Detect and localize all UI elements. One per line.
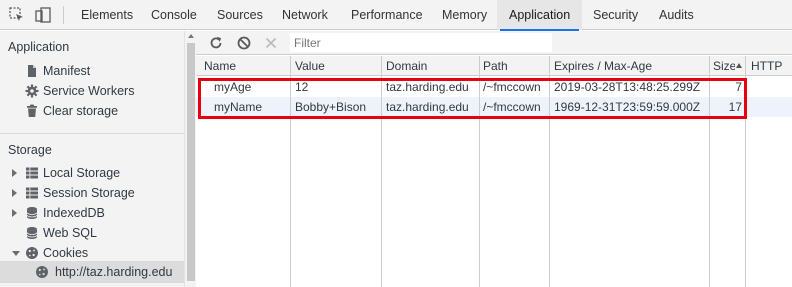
storage-section-header: Storage (8, 143, 52, 157)
sidebar-item-label: http://taz.harding.edu (55, 265, 173, 279)
expand-arrow-icon[interactable] (12, 189, 17, 197)
cookies-table: Name Value Domain Path Expires / Max-Age… (196, 56, 792, 287)
tab-sources[interactable]: Sources (217, 0, 263, 30)
cookie-icon (36, 266, 48, 278)
tab-audits[interactable]: Audits (659, 0, 694, 30)
cookie-value-cell: 12 (295, 80, 309, 94)
database-icon (26, 227, 38, 239)
document-icon (28, 65, 36, 77)
scrollbar-thumb[interactable] (187, 43, 195, 281)
expand-arrow-icon[interactable] (12, 209, 17, 217)
column-header-http[interactable]: HTTP (751, 56, 791, 76)
column-header-domain[interactable]: Domain (386, 56, 479, 76)
database-icon (26, 207, 38, 219)
delete-selected-icon[interactable] (262, 34, 280, 52)
scroll-up-arrow-icon[interactable] (188, 34, 194, 38)
devtools-tab-bar: Elements Console Sources Network Perform… (0, 0, 792, 31)
application-section-header: Application (8, 40, 70, 54)
tab-network[interactable]: Network (282, 0, 328, 30)
sidebar-divider (0, 133, 184, 134)
table-row[interactable]: myName Bobby+Bison taz.harding.edu /~fmc… (196, 97, 792, 117)
cookie-name-cell: myAge (214, 80, 252, 94)
toolbar-divider (63, 6, 64, 24)
sidebar-item-label: Manifest (43, 64, 91, 78)
gear-icon (25, 84, 39, 98)
sidebar-item-label: Session Storage (43, 186, 135, 200)
sidebar-item-label: Service Workers (43, 84, 135, 98)
trash-icon (27, 104, 37, 117)
column-divider[interactable] (479, 56, 480, 287)
column-divider[interactable] (745, 56, 746, 287)
column-header-path[interactable]: Path (483, 56, 547, 76)
cookie-expires-cell: 1969-12-31T23:59:59.000Z (554, 100, 701, 114)
sidebar-scrollbar[interactable] (184, 31, 196, 287)
column-header-name[interactable]: Name (204, 56, 290, 76)
inspect-element-icon[interactable] (8, 6, 26, 24)
cookie-expires-cell: 2019-03-28T13:48:25.299Z (554, 80, 701, 94)
column-divider[interactable] (381, 56, 382, 287)
filter-input[interactable] (290, 33, 552, 52)
sort-ascending-icon (736, 63, 742, 68)
refresh-icon[interactable] (207, 34, 225, 52)
cookies-toolbar (196, 31, 792, 55)
tab-security[interactable]: Security (593, 0, 638, 30)
cookie-size-cell: 7 (735, 80, 742, 94)
tab-memory[interactable]: Memory (442, 0, 487, 30)
grid-icon (26, 167, 38, 179)
cookie-domain-cell: taz.harding.edu (386, 100, 469, 114)
table-row[interactable]: myAge 12 taz.harding.edu /~fmccown 2019-… (196, 77, 792, 97)
sidebar-item-label: Clear storage (43, 104, 119, 118)
cookie-path-cell: /~fmccown (483, 80, 541, 94)
sidebar-item-label: Local Storage (43, 166, 121, 180)
sidebar-item-cookie-origin[interactable]: http://taz.harding.edu (0, 261, 184, 283)
column-divider[interactable] (709, 56, 710, 287)
cookie-http-cell (751, 97, 791, 117)
column-header-value[interactable]: Value (295, 56, 381, 76)
expand-arrow-icon[interactable] (12, 169, 17, 177)
cookie-icon (26, 247, 38, 259)
column-header-size[interactable]: Size (713, 56, 735, 76)
cookie-domain-cell: taz.harding.edu (386, 80, 469, 94)
column-header-expires[interactable]: Expires / Max-Age (554, 56, 706, 76)
sidebar-item-label: Web SQL (43, 226, 97, 240)
cookie-name-cell: myName (214, 100, 263, 114)
sidebar-item-label: IndexedDB (43, 206, 105, 220)
cookie-http-cell (751, 77, 791, 97)
cookie-size-cell: 17 (728, 100, 742, 114)
cookie-path-cell: /~fmccown (483, 100, 541, 114)
collapse-arrow-icon[interactable] (12, 251, 20, 256)
sidebar-item-label: Cookies (43, 246, 89, 260)
tab-console[interactable]: Console (151, 0, 197, 30)
cookie-value-cell: Bobby+Bison (295, 100, 367, 114)
application-sidebar: Application Manifest Service Workers Cle… (0, 31, 184, 287)
clear-all-icon[interactable] (235, 34, 253, 52)
tab-application[interactable]: Application (499, 0, 580, 31)
grid-icon (26, 187, 38, 199)
column-divider[interactable] (290, 56, 291, 287)
device-toolbar-icon[interactable] (34, 6, 52, 24)
tab-performance[interactable]: Performance (351, 0, 423, 30)
column-divider[interactable] (549, 56, 550, 287)
tab-elements[interactable]: Elements (81, 0, 133, 30)
